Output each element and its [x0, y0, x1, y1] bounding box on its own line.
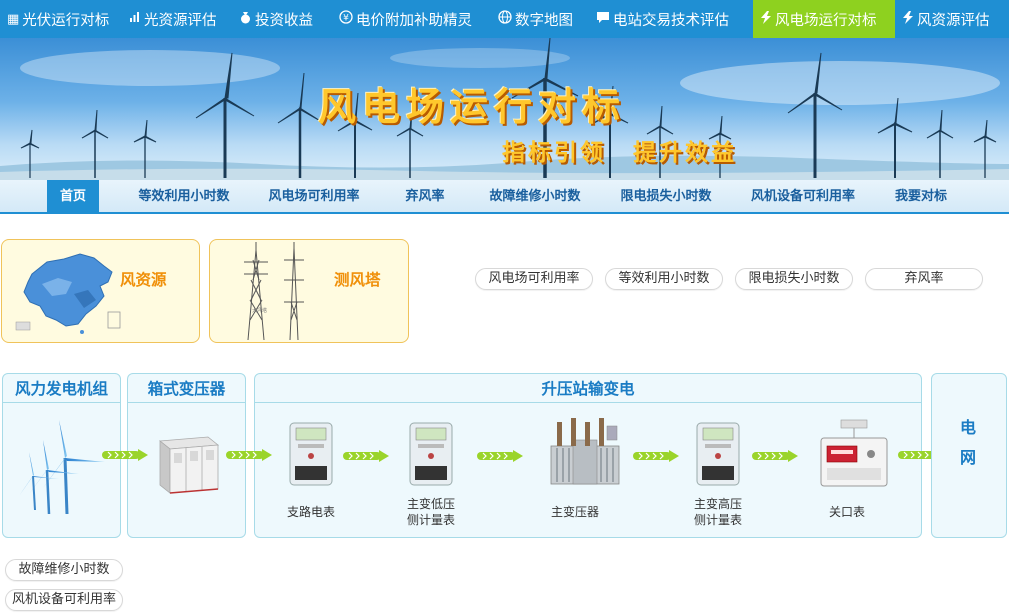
pill-equipment-availability[interactable]: 风机设备可利用率	[5, 589, 123, 611]
main-transformer-icon	[550, 418, 620, 485]
substation-panel: 升压站输变电 支路电表 主变低压 侧计量表 主变压器 主变高压 侧计量表 关口表	[254, 373, 922, 538]
tower-caption: 大坪塔	[252, 307, 267, 314]
page: ▦ 光伏运行对标 光资源评估 投资收益 ¥ 电价附加补助精灵 数字地图 电站交易…	[0, 0, 1009, 614]
grid-label-char-1: 电	[960, 418, 977, 437]
box-transformer-icon	[158, 436, 220, 494]
banner-title: 风电场运行对标	[318, 85, 627, 129]
top-nav-item-wind-benchmark[interactable]: 风电场运行对标	[753, 0, 895, 38]
flow-arrow-icon	[343, 450, 389, 462]
bar-chart-icon	[129, 11, 141, 27]
banner-subtitle: 指标引领 提升效益	[502, 140, 738, 166]
branch-meter-label: 支路电表	[286, 505, 335, 519]
flow-arrow-icon	[226, 449, 272, 461]
sub-nav-farm-availability[interactable]: 风电场可利用率	[262, 180, 366, 212]
gateway-meter-icon	[820, 419, 888, 487]
top-nav: ▦ 光伏运行对标 光资源评估 投资收益 ¥ 电价附加补助精灵 数字地图 电站交易…	[0, 0, 1009, 38]
gateway-meter-label: 关口表	[828, 505, 865, 519]
wind-tower-card[interactable]: 大坪塔 测风塔	[209, 239, 409, 343]
branch-meter-icon	[289, 422, 333, 486]
sub-nav-equivalent-hours[interactable]: 等效利用小时数	[130, 180, 238, 212]
sub-nav-home[interactable]: 首页	[47, 180, 99, 212]
grid-icon: ▦	[7, 11, 20, 27]
sub-nav: 首页 等效利用小时数 风电场可利用率 弃风率 故障维修小时数 限电损失小时数 风…	[0, 180, 1009, 214]
high-side-meter-icon	[696, 422, 740, 486]
wind-resource-label: 风资源	[120, 271, 167, 289]
chat-bubble-icon	[596, 10, 610, 28]
met-tower-icon: 大坪塔	[244, 242, 304, 341]
high-side-meter-label: 主变高压 侧计量表	[693, 497, 742, 527]
grid-label-char-2: 网	[960, 448, 977, 467]
china-map-icon	[15, 253, 121, 334]
top-nav-item-solar-resource[interactable]: 光资源评估	[122, 0, 232, 38]
sub-nav-equipment-availability[interactable]: 风机设备可利用率	[744, 180, 862, 212]
top-nav-item-digital-map[interactable]: 数字地图	[491, 0, 589, 38]
low-side-meter-label: 主变低压 侧计量表	[406, 497, 455, 527]
wind-resource-card[interactable]: 风资源	[1, 239, 200, 343]
sub-nav-abandon-rate[interactable]: 弃风率	[399, 180, 451, 212]
main-transformer-label: 主变压器	[550, 505, 599, 519]
pill-farm-availability[interactable]: 风电场可利用率	[475, 268, 593, 290]
top-nav-item-investment[interactable]: 投资收益	[232, 0, 332, 38]
lightning-icon	[902, 10, 914, 28]
pill-curtailment-hours[interactable]: 限电损失小时数	[735, 268, 853, 290]
svg-text:¥: ¥	[343, 14, 349, 24]
sub-nav-benchmark[interactable]: 我要对标	[889, 180, 953, 212]
turbine-panel-title: 风力发电机组	[3, 374, 120, 403]
yen-circle-icon: ¥	[339, 10, 353, 28]
top-nav-item-station-trade[interactable]: 电站交易技术评估	[589, 0, 753, 38]
pill-abandon-rate[interactable]: 弃风率	[865, 268, 983, 290]
substation-panel-title: 升压站输变电	[255, 374, 921, 403]
flow-arrow-icon	[477, 450, 523, 462]
pill-fault-hours[interactable]: 故障维修小时数	[5, 559, 123, 581]
banner: 风电场运行对标 指标引领 提升效益	[0, 38, 1009, 180]
wind-tower-label: 测风塔	[334, 271, 381, 289]
top-nav-item-pv-benchmark[interactable]: ▦ 光伏运行对标	[0, 0, 122, 38]
sub-nav-fault-hours[interactable]: 故障维修小时数	[482, 180, 588, 212]
flow-arrow-icon	[752, 450, 798, 462]
pill-equivalent-hours[interactable]: 等效利用小时数	[605, 268, 723, 290]
globe-icon	[498, 10, 512, 28]
grid-panel: 电 网	[931, 373, 1007, 538]
lightning-icon	[760, 10, 772, 28]
top-nav-item-price-subsidy[interactable]: ¥ 电价附加补助精灵	[332, 0, 491, 38]
sub-nav-curtailment-hours[interactable]: 限电损失小时数	[613, 180, 719, 212]
wind-turbine-icon	[19, 420, 105, 515]
box-transformer-panel-title: 箱式变压器	[128, 374, 245, 403]
flow-arrow-icon	[633, 450, 679, 462]
top-nav-item-wind-resource[interactable]: 风资源评估	[895, 0, 1009, 38]
money-bag-icon	[239, 11, 252, 28]
flow-arrow-icon	[102, 449, 148, 461]
low-side-meter-icon	[409, 422, 453, 486]
